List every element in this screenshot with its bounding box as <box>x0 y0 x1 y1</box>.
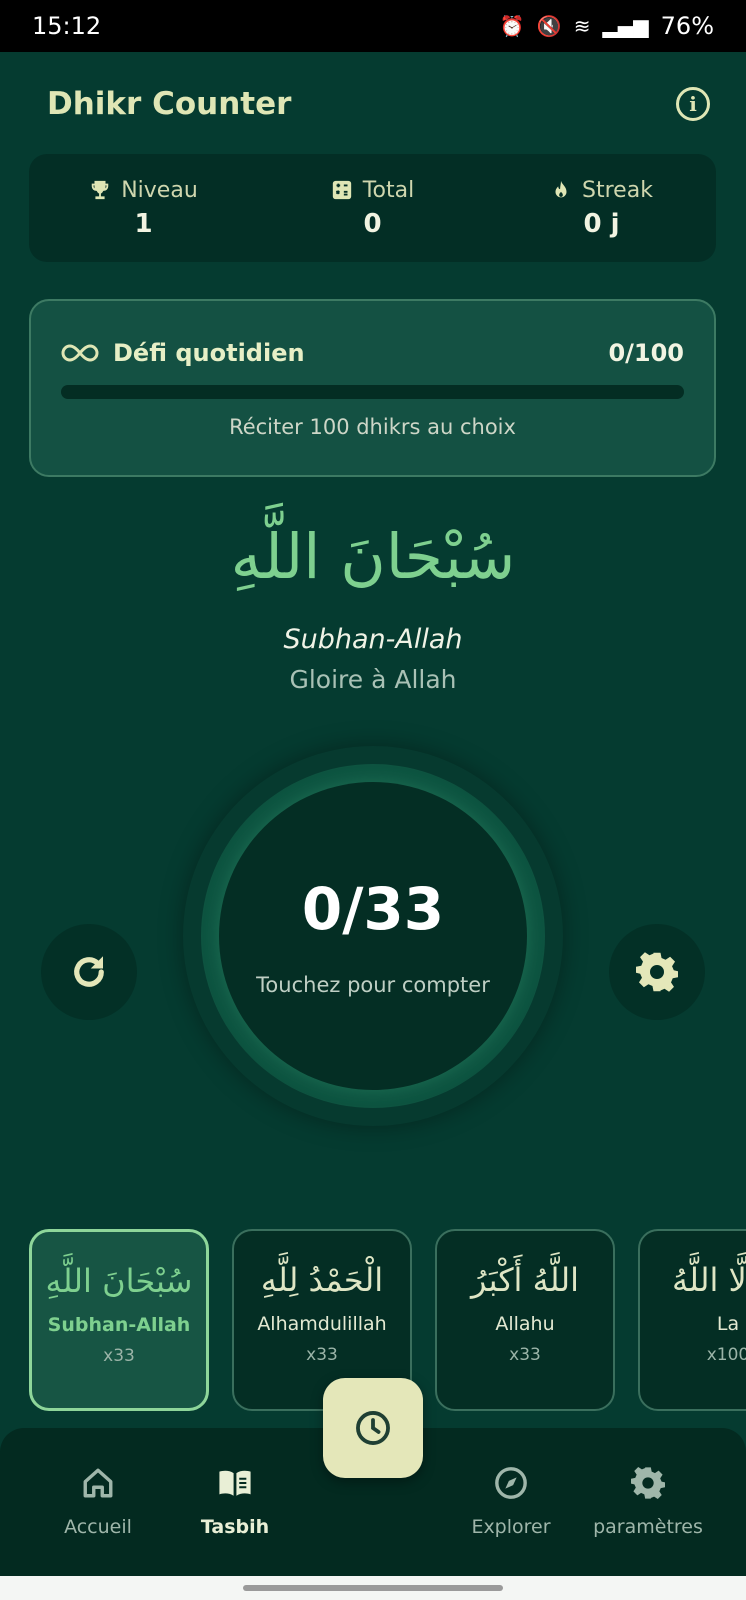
app-title: Dhikr Counter <box>47 86 292 122</box>
home-icon <box>83 1468 113 1498</box>
stat-total-value: 0 <box>363 208 382 239</box>
nav-item-parametres[interactable]: paramètres <box>573 1466 723 1538</box>
counter-ring: 0/33 Touchez pour compter <box>201 764 545 1108</box>
stat-level-label: Niveau <box>121 177 198 203</box>
card-name: Alhamdulillah <box>257 1313 387 1335</box>
stat-total: Total 0 <box>258 154 487 262</box>
battery-level: 76% <box>660 12 714 40</box>
card-name: La <box>716 1313 740 1335</box>
card-count: x33 <box>306 1345 338 1365</box>
trophy-icon <box>91 180 109 200</box>
reset-button[interactable] <box>41 924 137 1020</box>
stat-level: Niveau 1 <box>29 154 258 262</box>
stat-level-value: 1 <box>134 208 153 239</box>
stat-streak-value: 0 j <box>583 208 620 239</box>
daily-challenge-card[interactable]: Défi quotidien 0/100 Réciter 100 dhikrs … <box>29 299 716 477</box>
counter-hint: Touchez pour compter <box>256 973 490 997</box>
status-icons: ⏰ 🔇 ≋ ▂▄▆ 76% <box>500 12 714 40</box>
gear-icon <box>631 1466 665 1500</box>
counter-face: 0/33 Touchez pour compter <box>219 782 527 1090</box>
card-arabic: سُبْحَانَ اللَّهِ <box>45 1262 193 1300</box>
alarm-icon: ⏰ <box>499 14 525 38</box>
gear-icon <box>636 952 678 992</box>
dhikr-arabic-text: سُبْحَانَ اللَّهِ <box>230 520 516 593</box>
calculator-icon <box>332 180 351 200</box>
nav-label: Tasbih <box>200 1516 270 1538</box>
compass-icon <box>495 1467 527 1499</box>
gesture-bar <box>0 1576 746 1600</box>
nav-label: Explorer <box>471 1516 551 1538</box>
dhikr-transliteration: Subhan-Allah <box>283 624 463 655</box>
stats-panel: Niveau 1 Total 0 Streak 0 j <box>29 154 716 262</box>
app-header: Dhikr Counter i <box>47 80 710 128</box>
card-count: x33 <box>103 1346 135 1366</box>
challenge-count: 0/100 <box>608 339 684 367</box>
card-count: x100 <box>706 1345 746 1365</box>
stat-streak: Streak 0 j <box>487 154 716 262</box>
dhikr-card-allahu-akbar[interactable]: اللَّهُ أَكْبَرُ Allahu x33 <box>435 1229 615 1411</box>
card-arabic: الْحَمْدُ لِلَّهِ <box>260 1261 384 1299</box>
status-bar: 15:12 ⏰ 🔇 ≋ ▂▄▆ 76% <box>0 0 746 52</box>
flame-icon <box>555 180 567 198</box>
nav-label: Accueil <box>64 1516 132 1538</box>
book-icon <box>219 1470 251 1496</box>
dhikr-translation: Gloire à Allah <box>289 665 457 694</box>
counter-value: 0/33 <box>301 875 445 943</box>
dhikr-card-subhan-allah[interactable]: سُبْحَانَ اللَّهِ Subhan-Allah x33 <box>29 1229 209 1411</box>
clock-icon <box>356 1411 390 1445</box>
stat-total-label: Total <box>362 177 415 203</box>
card-arabic: لَا إِلَّا اللَّهُ <box>671 1261 746 1299</box>
signal-icon: ▂▄▆ <box>602 14 649 38</box>
wifi-icon: ≋ <box>573 14 591 38</box>
challenge-description: Réciter 100 dhikrs au choix <box>229 415 516 439</box>
challenge-progress-bar <box>61 385 684 399</box>
stat-streak-label: Streak <box>582 177 653 203</box>
card-name: Allahu <box>495 1313 555 1335</box>
card-name: Subhan-Allah <box>47 1314 191 1336</box>
refresh-icon <box>74 956 104 987</box>
info-icon[interactable]: i <box>676 87 710 121</box>
card-count: x33 <box>509 1345 541 1365</box>
nav-item-explorer[interactable]: Explorer <box>436 1466 586 1538</box>
dhikr-card-la-ilaha[interactable]: لَا إِلَّا اللَّهُ La x100 <box>638 1229 746 1411</box>
infinity-icon <box>61 344 99 362</box>
counter-button[interactable]: 0/33 Touchez pour compter <box>183 746 563 1126</box>
card-arabic: اللَّهُ أَكْبَرُ <box>471 1261 579 1299</box>
challenge-title: Défi quotidien <box>113 339 305 367</box>
nav-label: paramètres <box>593 1516 703 1538</box>
counter-settings-button[interactable] <box>609 924 705 1020</box>
mute-icon: 🔇 <box>536 14 562 38</box>
history-button[interactable] <box>323 1378 423 1478</box>
nav-item-tasbih[interactable]: Tasbih <box>160 1466 310 1538</box>
home-indicator[interactable] <box>243 1585 503 1591</box>
nav-item-accueil[interactable]: Accueil <box>23 1466 173 1538</box>
status-time: 15:12 <box>32 12 102 40</box>
